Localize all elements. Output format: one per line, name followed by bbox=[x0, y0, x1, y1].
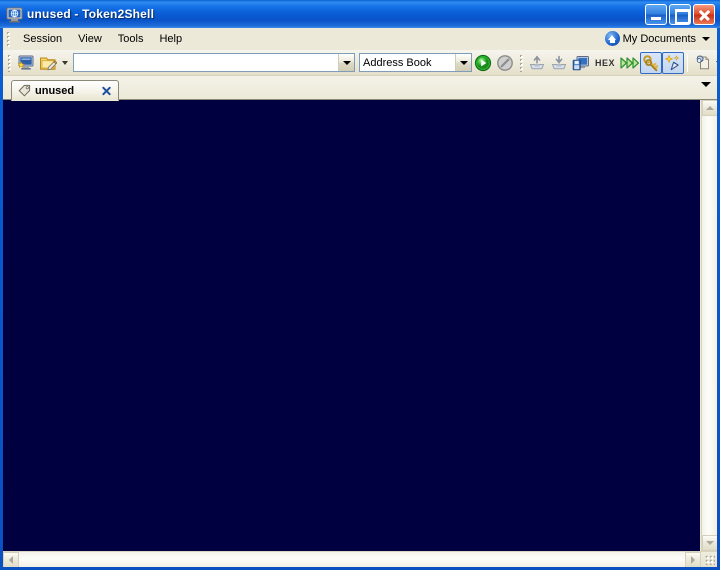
tab-label: unused bbox=[35, 84, 75, 97]
fast-forward-icon[interactable] bbox=[618, 52, 640, 74]
toolbar: Address Book HEX bbox=[3, 50, 717, 76]
close-icon[interactable] bbox=[100, 84, 113, 97]
tag-icon bbox=[18, 84, 31, 97]
window-title: unused - Token2Shell bbox=[27, 7, 155, 21]
menu-item-tools[interactable]: Tools bbox=[110, 30, 152, 49]
title-bar: unused - Token2Shell bbox=[0, 0, 720, 28]
menu-item-help[interactable]: Help bbox=[151, 30, 190, 49]
settings-dropdown-caret[interactable] bbox=[713, 52, 717, 74]
terminal-row bbox=[3, 100, 717, 551]
connect-play-icon[interactable] bbox=[472, 52, 494, 74]
application-window: unused - Token2Shell Session View Tools … bbox=[0, 0, 720, 570]
tab-unused[interactable]: unused bbox=[11, 80, 119, 101]
terminal-area bbox=[3, 100, 717, 567]
magic-wand-icon[interactable] bbox=[662, 51, 685, 74]
menu-item-session[interactable]: Session bbox=[15, 30, 70, 49]
horizontal-scroll-row bbox=[3, 551, 717, 567]
upload-tray-icon bbox=[526, 52, 548, 74]
home-globe-icon bbox=[604, 31, 620, 46]
toolbar-gripper[interactable] bbox=[6, 53, 12, 72]
vertical-scrollbar[interactable] bbox=[701, 100, 717, 551]
resize-grip-icon[interactable] bbox=[701, 551, 717, 567]
my-documents-button[interactable]: My Documents bbox=[602, 30, 713, 47]
tab-strip: unused bbox=[3, 76, 717, 101]
maximize-button[interactable] bbox=[669, 3, 691, 25]
address-book-combo[interactable]: Address Book bbox=[359, 53, 472, 72]
scroll-up-icon[interactable] bbox=[702, 100, 717, 116]
menu-item-view[interactable]: View bbox=[70, 30, 110, 49]
scroll-left-icon[interactable] bbox=[3, 552, 19, 567]
toolbar-separator bbox=[687, 53, 689, 72]
address-dropdown-button[interactable] bbox=[338, 54, 354, 71]
new-session-monitor-icon[interactable] bbox=[15, 52, 37, 74]
disconnect-stop-icon bbox=[494, 52, 516, 74]
download-tray-icon bbox=[548, 52, 570, 74]
menu-bar: Session View Tools Help My Documents bbox=[3, 28, 717, 50]
minimize-button[interactable] bbox=[645, 3, 667, 25]
terminal-globe-icon bbox=[6, 6, 23, 23]
horizontal-scroll-track[interactable] bbox=[19, 552, 685, 567]
toolbar-gripper-2[interactable] bbox=[518, 53, 524, 72]
address-book-value: Address Book bbox=[360, 54, 455, 71]
save-screen-icon[interactable] bbox=[570, 52, 592, 74]
my-documents-label: My Documents bbox=[622, 32, 696, 45]
hex-toggle[interactable]: HEX bbox=[592, 58, 618, 68]
tab-overflow-chevron-down-icon[interactable] bbox=[701, 82, 711, 87]
scroll-down-icon[interactable] bbox=[702, 535, 717, 551]
scroll-right-icon[interactable] bbox=[685, 552, 701, 567]
new-note-folder-pencil-icon[interactable] bbox=[37, 52, 59, 74]
menu-gripper[interactable] bbox=[5, 31, 12, 47]
vertical-scroll-track[interactable] bbox=[702, 116, 717, 535]
settings-gear-document-icon[interactable] bbox=[691, 52, 713, 74]
terminal-screen[interactable] bbox=[3, 100, 701, 551]
chevron-down-icon bbox=[702, 36, 710, 41]
new-note-dropdown-caret[interactable] bbox=[59, 52, 70, 74]
address-input[interactable] bbox=[74, 54, 338, 71]
caption-buttons bbox=[645, 3, 718, 25]
client-area: Session View Tools Help My Documents Add… bbox=[3, 28, 717, 567]
address-book-dropdown-button[interactable] bbox=[455, 54, 471, 71]
horizontal-scrollbar[interactable] bbox=[3, 551, 701, 567]
address-combo[interactable] bbox=[73, 53, 355, 72]
close-button[interactable] bbox=[693, 3, 715, 25]
keys-icon[interactable] bbox=[640, 51, 663, 74]
